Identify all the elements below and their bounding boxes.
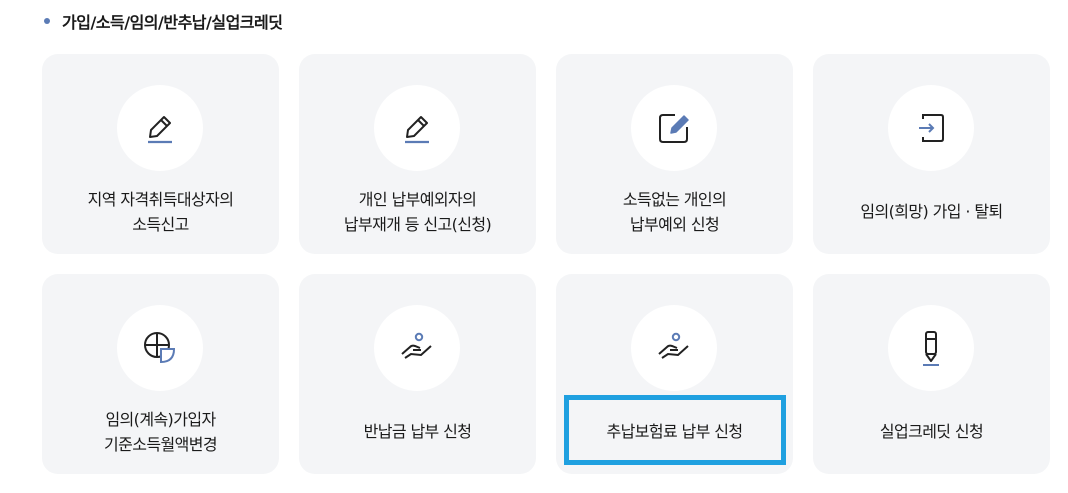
card-label: 실업크레딧 신청 <box>879 422 984 441</box>
icon-circle <box>117 305 203 391</box>
card-refund-payment[interactable]: 반납금 납부 신청 <box>299 274 536 474</box>
card-unemployment-credit[interactable]: 실업크레딧 신청 <box>813 274 1050 474</box>
card-regional-income-report[interactable]: 지역 자격취득대상자의 소득신고 <box>42 54 279 254</box>
card-label: 반납금 납부 신청 <box>363 422 472 441</box>
card-voluntary-join-withdraw[interactable]: 임의(희망) 가입 · 탈퇴 <box>813 54 1050 254</box>
login-icon <box>919 114 944 142</box>
edit-document-icon <box>659 114 689 143</box>
section-header: 가입/소득/임의/반추납/실업크레딧 <box>44 9 283 33</box>
icon-circle <box>374 305 460 391</box>
card-payment-resumption[interactable]: 개인 납부예외자의 납부재개 등 신고(신청) <box>299 54 536 254</box>
card-label: 임의(계속)가입자 기준소득월액변경 <box>104 409 218 454</box>
card-label: 소득없는 개인의 납부예외 신청 <box>622 189 727 234</box>
bullet-dot <box>44 18 50 24</box>
pie-chart-icon <box>144 332 176 364</box>
icon-circle <box>631 85 717 171</box>
icon-circle <box>631 305 717 391</box>
icon-circle <box>374 85 460 171</box>
hand-person-icon <box>658 332 689 359</box>
icon-circle <box>888 305 974 391</box>
hand-person-icon <box>401 332 432 359</box>
card-label: 임의(희망) 가입 · 탈퇴 <box>860 202 1003 221</box>
card-payment-exception[interactable]: 소득없는 개인의 납부예외 신청 <box>556 54 793 254</box>
card-standard-income-change[interactable]: 임의(계속)가입자 기준소득월액변경 <box>42 274 279 474</box>
card-label: 추납보험료 납부 신청 <box>606 422 743 441</box>
pencil-icon <box>148 116 172 144</box>
icon-circle <box>117 85 203 171</box>
pencil-icon <box>405 116 429 144</box>
card-label: 개인 납부예외자의 납부재개 등 신고(신청) <box>343 189 492 234</box>
card-label: 지역 자격취득대상자의 소득신고 <box>87 189 234 234</box>
icon-circle <box>888 85 974 171</box>
card-additional-premium-payment[interactable]: 추납보험료 납부 신청 <box>556 274 793 474</box>
pen-icon <box>923 331 939 366</box>
section-title: 가입/소득/임의/반추납/실업크레딧 <box>62 13 283 32</box>
